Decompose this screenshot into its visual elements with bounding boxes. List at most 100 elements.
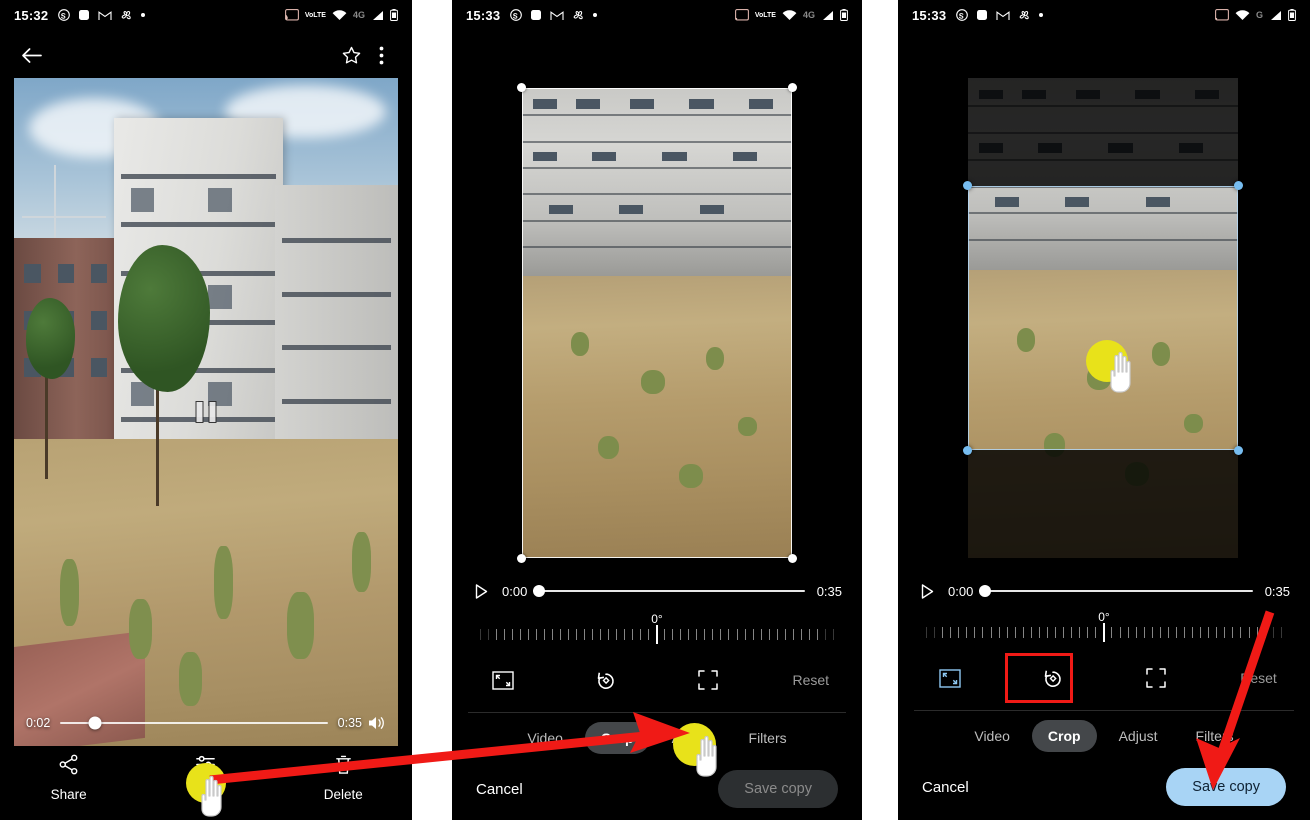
overflow-menu-icon[interactable] — [366, 40, 396, 70]
tab-filters[interactable]: Filters — [1180, 720, 1250, 752]
signal-icon — [1269, 10, 1282, 21]
status-bar: 15:32 VoLTE 4G — [0, 0, 412, 30]
crop-handle-bl[interactable] — [963, 446, 972, 455]
editor-footer: Cancel Save copy — [898, 768, 1310, 806]
signal-icon — [821, 10, 834, 21]
rotate-tool[interactable] — [555, 660, 658, 700]
tab-adjust[interactable]: Adjust — [1103, 720, 1174, 752]
pause-icon[interactable] — [195, 401, 217, 423]
status-right-icons: G — [1215, 9, 1296, 21]
crop-tools: Reset — [898, 658, 1310, 698]
status-right-icons: VoLTE 4G — [284, 9, 398, 21]
reset-label: Reset — [1240, 670, 1277, 686]
crop-handle-br[interactable] — [788, 554, 797, 563]
gmail-icon — [550, 10, 564, 21]
tab-crop[interactable]: Crop — [1031, 720, 1097, 752]
crop-handle-br[interactable] — [1234, 446, 1243, 455]
video-total-time: 0:35 — [816, 583, 842, 599]
battery-icon — [390, 9, 398, 21]
video-current-time: 0:00 — [948, 583, 974, 599]
tab-filters[interactable]: Filters — [733, 722, 803, 754]
tree-foliage — [117, 245, 210, 392]
delete-button[interactable]: Delete — [275, 754, 412, 802]
video-scrubber[interactable]: 0:02 0:35 — [14, 710, 398, 736]
status-right-icons: VoLTE 4G — [734, 9, 848, 21]
tab-video[interactable]: Video — [511, 722, 579, 754]
reset-tool[interactable]: Reset — [760, 660, 863, 700]
section-divider — [914, 710, 1294, 711]
screenshot-stage: 15:32 VoLTE 4G 0:02 0:35 Share Delete 15… — [0, 0, 1310, 820]
cast-icon — [1215, 9, 1229, 21]
crop-preview[interactable] — [963, 78, 1243, 558]
4g-icon: 4G — [802, 10, 815, 20]
rotation-dial[interactable]: 0° — [452, 612, 862, 649]
trash-icon — [334, 754, 353, 780]
crop-handle-tr[interactable] — [1234, 181, 1243, 190]
rotation-dial[interactable]: 0° — [898, 610, 1310, 647]
rotation-center-marker — [656, 625, 658, 644]
square-app-icon — [530, 9, 542, 21]
video-seek-track[interactable] — [60, 716, 328, 730]
share-icon — [58, 754, 79, 780]
video-seek-knob[interactable] — [979, 585, 992, 597]
video-scrubber[interactable]: 0:00 0:35 — [898, 578, 1310, 604]
status-time: 15:32 — [14, 7, 49, 23]
hand-cursor-crop — [692, 732, 726, 778]
editor-tabs: Video Crop Adjust Filters — [898, 720, 1310, 752]
rotation-degrees: 0° — [1098, 610, 1110, 624]
perspective-tool[interactable] — [1104, 658, 1207, 698]
video-seek-knob[interactable] — [88, 716, 102, 730]
delete-label: Delete — [323, 787, 363, 802]
status-left-icons — [510, 9, 598, 22]
video-seek-track[interactable] — [979, 585, 1253, 597]
save-copy-button[interactable]: Save copy — [718, 770, 838, 808]
wifi-icon — [1235, 9, 1250, 21]
square-app-icon — [976, 9, 988, 21]
volte-icon: VoLTE — [304, 11, 326, 19]
aspect-ratio-tool[interactable] — [452, 660, 555, 700]
video-seek-knob[interactable] — [533, 585, 546, 597]
skype-icon — [58, 9, 71, 21]
play-icon[interactable] — [918, 583, 936, 599]
rotation-ticks[interactable] — [926, 623, 1282, 647]
play-icon[interactable] — [472, 583, 490, 599]
pinwheel-icon — [572, 9, 585, 22]
photo-content — [522, 88, 792, 558]
back-arrow-icon[interactable] — [16, 40, 46, 70]
hand-cursor-crop-drag — [1106, 348, 1140, 394]
video-seek-track[interactable] — [533, 585, 805, 597]
status-bar: 15:33 G — [898, 0, 1310, 30]
skype-icon — [956, 9, 969, 21]
selection-box-aspect-ratio — [1005, 653, 1073, 703]
rotation-degrees: 0° — [651, 612, 663, 626]
volume-on-icon[interactable] — [362, 715, 386, 731]
crop-handle-tr[interactable] — [788, 83, 797, 92]
editor-tabs: Video Crop Adjust Filters — [452, 722, 862, 754]
tab-crop[interactable]: Crop — [584, 722, 650, 754]
crop-handle-tl[interactable] — [963, 181, 972, 190]
star-outline-icon[interactable] — [336, 40, 366, 70]
video-scrubber[interactable]: 0:00 0:35 — [452, 578, 862, 604]
cancel-button[interactable]: Cancel — [922, 779, 969, 796]
rotation-ticks[interactable] — [480, 625, 834, 649]
save-copy-button[interactable]: Save copy — [1166, 768, 1286, 806]
video-preview[interactable]: 0:02 0:35 — [14, 78, 398, 746]
cancel-button[interactable]: Cancel — [476, 781, 523, 798]
video-total-time: 0:35 — [1264, 583, 1290, 599]
crop-handle-bl[interactable] — [517, 554, 526, 563]
reset-tool[interactable]: Reset — [1207, 658, 1310, 698]
crop-handle-tl[interactable] — [517, 83, 526, 92]
panel-photo-viewer: 15:32 VoLTE 4G 0:02 0:35 Share Delete — [0, 0, 412, 820]
perspective-tool[interactable] — [657, 660, 760, 700]
crop-dim-top — [968, 78, 1238, 186]
tab-video[interactable]: Video — [958, 720, 1026, 752]
expand-corners-icon — [686, 662, 730, 698]
gmail-icon — [98, 10, 112, 21]
status-time: 15:33 — [466, 7, 501, 23]
rotate-left-icon — [584, 662, 628, 698]
battery-icon — [1288, 9, 1296, 21]
aspect-ratio-tool[interactable] — [898, 658, 1001, 698]
crop-preview[interactable] — [517, 83, 797, 563]
share-button[interactable]: Share — [0, 754, 137, 802]
right-building — [275, 184, 398, 453]
